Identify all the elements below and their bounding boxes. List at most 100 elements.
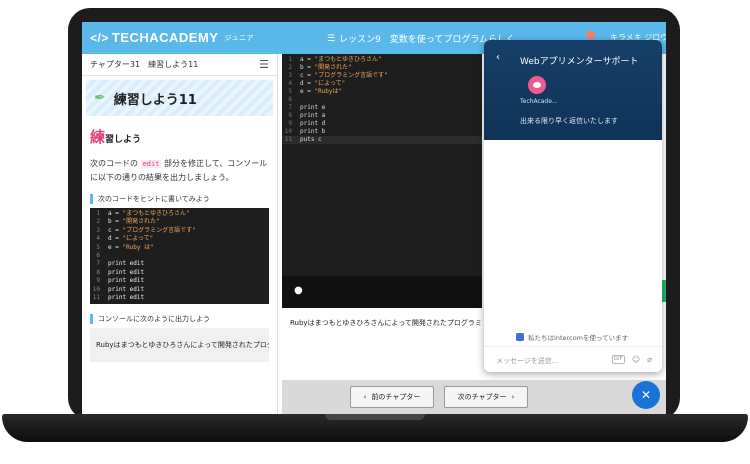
- line-number: 4: [288, 80, 292, 87]
- logo[interactable]: </> TECHACADEMY ジュニア: [90, 30, 254, 45]
- code-line: 1a = "まつもとゆきひろさん": [90, 210, 269, 218]
- code-string: "プログラミング言語です": [314, 72, 388, 79]
- chat-title: Webアプリメンターサポート: [520, 57, 639, 67]
- code-text: e =: [300, 88, 315, 95]
- message-placeholder: メッセージを送信...: [496, 357, 559, 365]
- code-brackets-icon: </>: [90, 30, 109, 45]
- hint-code-block: 1a = "まつもとゆきひろさん" 2 b = "開発された" 3 c = "プログラミ…: [90, 208, 269, 305]
- code-line: 6: [90, 252, 269, 260]
- code-text: print edit: [108, 277, 145, 285]
- line-number: 10: [284, 128, 292, 135]
- powered-by[interactable]: 私たちはIntercomを使っています: [516, 332, 628, 342]
- line-number: 1: [96, 210, 100, 217]
- line-number: 10: [92, 285, 100, 293]
- code-text: print edit: [108, 260, 145, 268]
- list-icon: ☰: [327, 33, 336, 44]
- code-line: 8 print a: [282, 112, 482, 120]
- code-editor[interactable]: 1 a = "まつもとゆきひろさん" 2 b = "開発された" 3 c = "プログラミ…: [282, 54, 482, 276]
- code-line: 5 e = "Ruby は": [90, 244, 269, 252]
- console-output: Rubyはまつもとゆきひろさんによって開発されたプログラミ: [282, 308, 482, 380]
- line-number: 8: [96, 268, 100, 276]
- expected-output: Rubyはまつもとゆきひろさんによって開発されたプログラミ: [90, 328, 269, 363]
- code-line: 3 c = "プログラミング言語です": [282, 72, 482, 80]
- prev-chapter-button[interactable]: ‹ 前のチャプター: [350, 386, 434, 408]
- instruction-panel: チャプター31 練習しよう11 ☰ ✒ 練習しよう11 練習しよう 次のコードの…: [82, 54, 278, 414]
- code-text: print e: [300, 104, 326, 111]
- line-number: 11: [92, 294, 100, 302]
- code-line: 10 print edit: [90, 286, 269, 294]
- code-string: "開発された": [122, 218, 160, 226]
- chapter-bar: チャプター31 練習しよう11 ☰: [82, 54, 277, 76]
- code-string: "によって": [122, 235, 154, 243]
- code-line: 10 print b: [282, 128, 482, 136]
- section-heading-initial: 練: [90, 128, 106, 146]
- code-string: "開発された": [314, 64, 352, 71]
- instruction-text: 次のコードの edit 部分を修正して、コンソールに以下の通りの結果を出力しまし…: [90, 157, 269, 184]
- line-number: 6: [96, 252, 100, 260]
- code-line: 1a = "まつもとゆきひろさん": [282, 56, 482, 64]
- code-line: 4 d = "によって": [282, 80, 482, 88]
- instruction-before: 次のコードの: [90, 159, 138, 168]
- chat-header: ‹ Webアプリメンターサポート TechAcade... 出来る限り早く返信い…: [484, 40, 662, 140]
- code-text: print b: [300, 128, 326, 135]
- chevron-left-icon: ‹: [363, 393, 367, 401]
- speech-bubble-icon[interactable]: ●: [294, 285, 303, 296]
- code-text: c =: [300, 72, 315, 79]
- chevron-left-icon[interactable]: ‹: [496, 52, 500, 63]
- line-number: 5: [96, 243, 100, 251]
- support-chat-window: ‹ Webアプリメンターサポート TechAcade... 出来る限り早く返信い…: [484, 40, 662, 372]
- smile-icon[interactable]: ☺: [632, 355, 640, 364]
- code-line: 7 print e: [282, 104, 482, 112]
- hamburger-icon[interactable]: ☰: [259, 58, 269, 71]
- line-number: 8: [288, 112, 292, 119]
- line-number: 2: [288, 64, 292, 71]
- powered-by-label: 私たちはIntercomを使っています: [528, 334, 629, 342]
- line-number: 2: [96, 218, 100, 226]
- chapter-label: チャプター31 練習しよう11: [90, 60, 199, 69]
- code-string: "Ruby は": [122, 243, 154, 251]
- code-line: 11 print edit: [90, 294, 269, 302]
- line-number: 3: [96, 226, 100, 234]
- page-title: 練習しよう11: [113, 92, 197, 108]
- message-input[interactable]: メッセージを送信... GIF ☺ ⌀: [484, 346, 662, 372]
- section-heading: 練習しよう: [90, 126, 269, 147]
- chat-input-icons: GIF ☺ ⌀: [611, 355, 652, 364]
- code-text: print a: [300, 112, 326, 119]
- code-text: puts c: [300, 136, 322, 143]
- code-line: 5 e = "Rubyは": [282, 88, 482, 96]
- line-number: 1: [288, 56, 292, 63]
- code-line: 6: [282, 96, 482, 104]
- line-number: 9: [288, 120, 292, 127]
- close-chat-button[interactable]: ✕: [632, 381, 660, 409]
- hint-heading: 次のコードをヒントに書いてみよう: [90, 194, 269, 204]
- next-chapter-label: 次のチャプター: [457, 393, 507, 401]
- next-chapter-button[interactable]: 次のチャプター ›: [444, 386, 528, 408]
- intercom-icon: [516, 333, 524, 341]
- code-text: e =: [108, 243, 123, 251]
- line-number: 9: [96, 277, 100, 285]
- gif-button[interactable]: GIF: [611, 355, 625, 364]
- console-bar: ●: [282, 276, 482, 308]
- logo-sub: ジュニア: [224, 34, 254, 42]
- code-string: "Rubyは": [314, 88, 343, 95]
- code-string: "によって": [314, 80, 346, 87]
- code-text: b =: [300, 64, 315, 71]
- code-line: 9 print edit: [90, 277, 269, 285]
- pen-nib-icon: ✒: [94, 90, 106, 106]
- paperclip-icon[interactable]: ⌀: [647, 355, 652, 364]
- line-number: 3: [288, 72, 292, 79]
- code-text: b =: [108, 218, 123, 226]
- code-line: 9 print d: [282, 120, 482, 128]
- line-number: 7: [288, 104, 292, 111]
- avatar: [528, 76, 546, 94]
- code-line: 7 print edit: [90, 260, 269, 268]
- code-text: print edit: [108, 294, 145, 302]
- chevron-right-icon: ›: [511, 393, 515, 401]
- code-text: d =: [300, 80, 315, 87]
- code-line: 3 c = "プログラミング言語です": [90, 227, 269, 235]
- laptop-notch: [325, 414, 425, 420]
- line-number: 7: [96, 260, 100, 268]
- section-heading-rest: 習しよう: [105, 135, 142, 145]
- edit-tag: edit: [140, 160, 162, 168]
- code-text: print edit: [108, 285, 145, 293]
